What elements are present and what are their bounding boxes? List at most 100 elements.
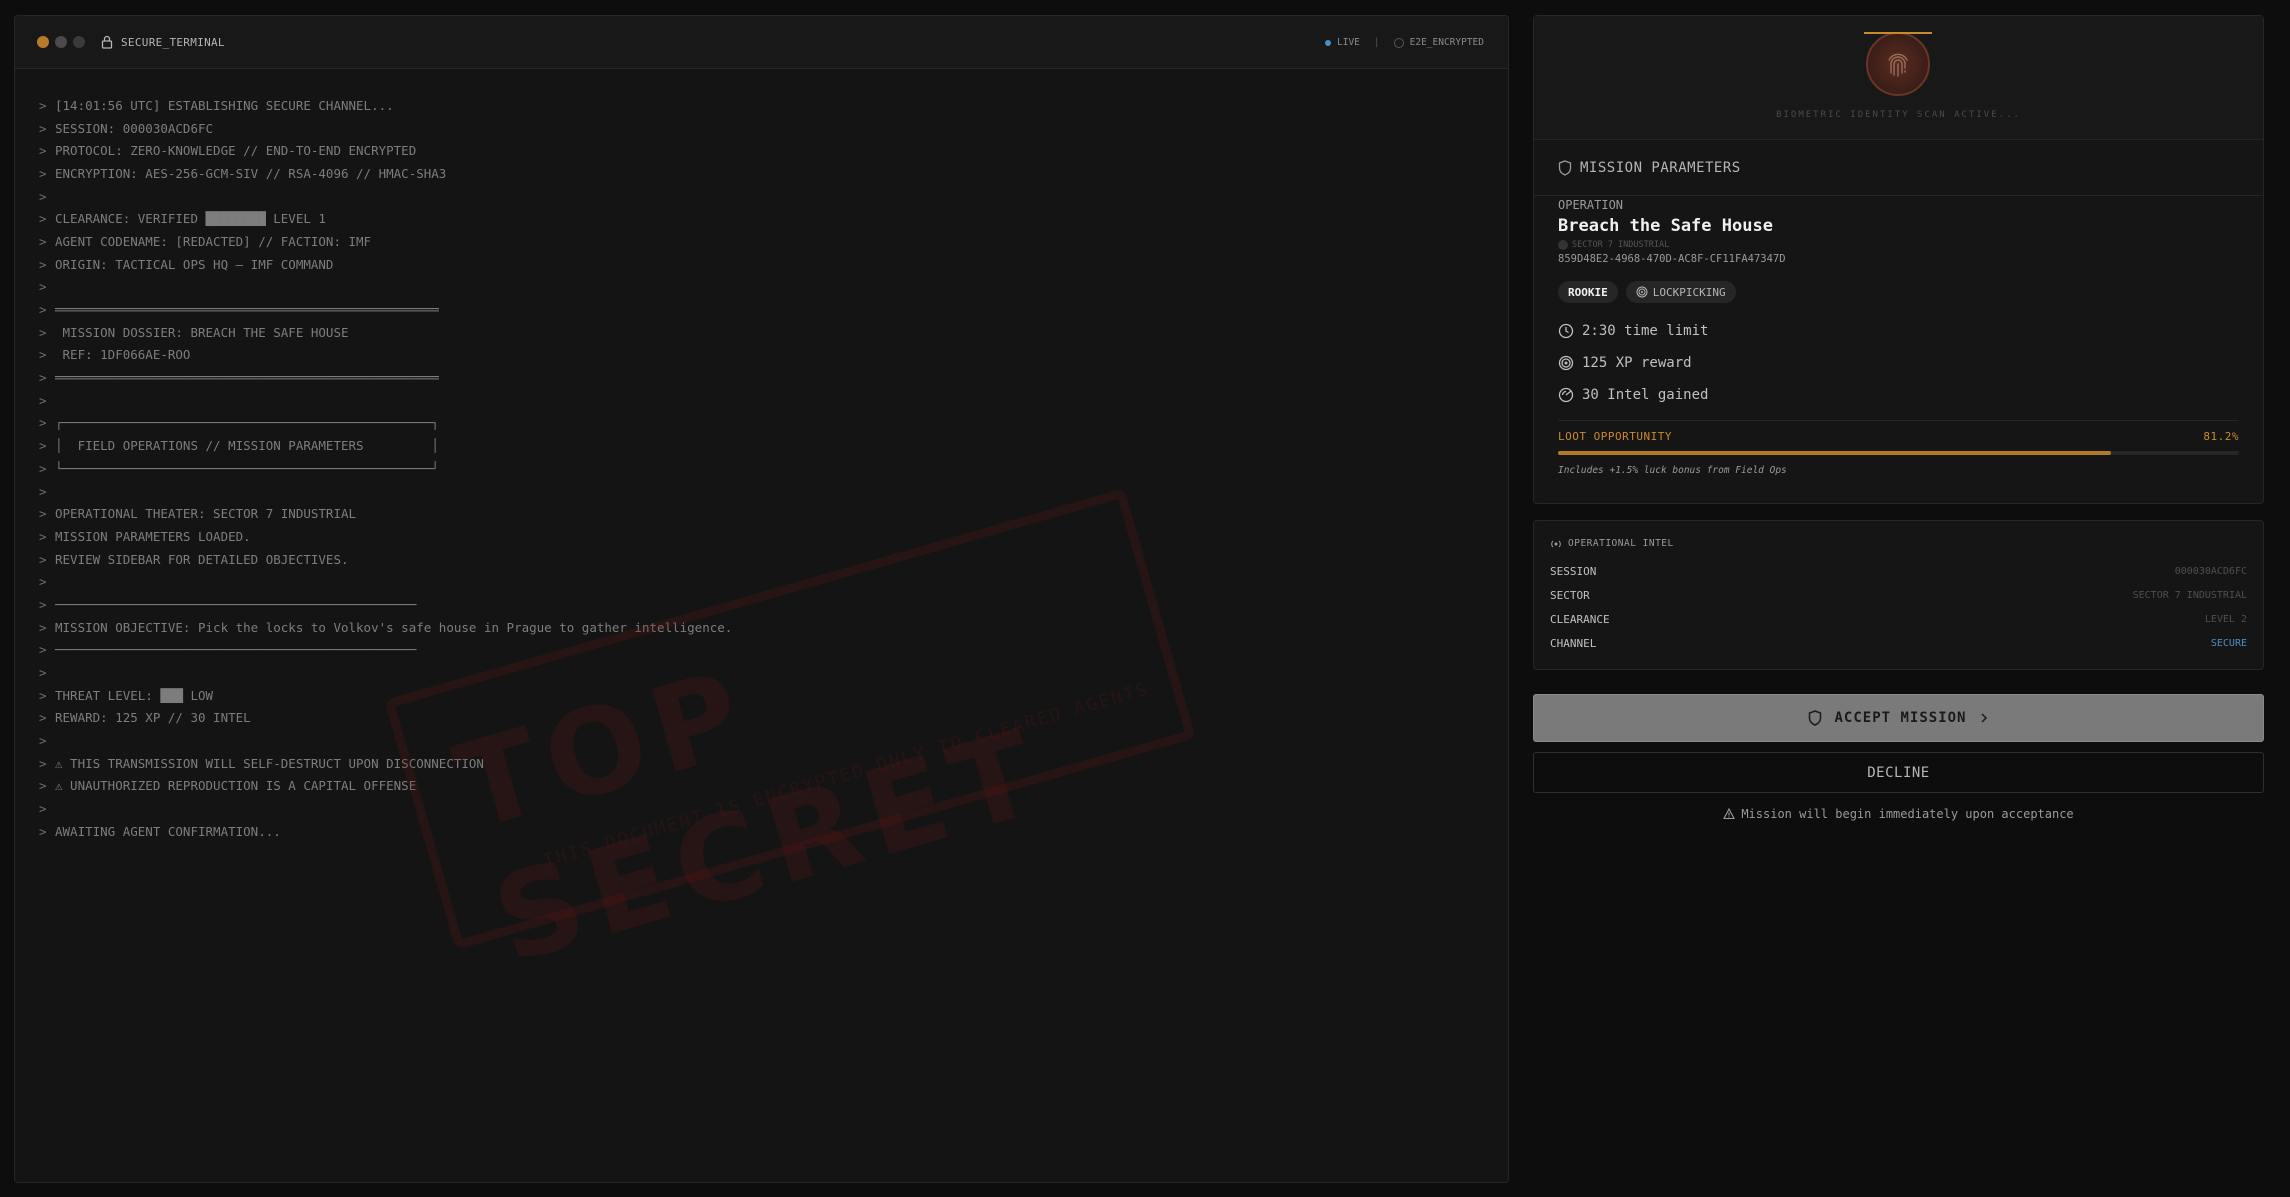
operation-label: OPERATION <box>1558 198 1624 212</box>
terminal-line-text: ────────────────────────────────────────… <box>55 642 417 658</box>
divider <box>1558 420 2239 421</box>
prompt-glyph: > <box>39 801 47 817</box>
terminal-line-text: ⚠ THIS TRANSMISSION WILL SELF-DESTRUCT U… <box>55 755 484 771</box>
prompt-glyph: > <box>39 483 47 499</box>
terminal-line-text: SESSION: 000030ACD6FC <box>55 120 214 136</box>
terminal-line: > REVIEW SIDEBAR FOR DETAILED OBJECTIVES. <box>39 548 1508 571</box>
intel-key: CLEARANCE <box>1550 612 1610 626</box>
prompt-glyph: > <box>39 211 47 227</box>
mission-parameters-title: MISSION PARAMETERS <box>1580 159 1741 176</box>
rank-badge: ROOKIE <box>1558 281 1618 303</box>
skill-badge: LOCKPICKING <box>1625 281 1736 303</box>
prompt-glyph: > <box>39 120 47 136</box>
biometric-scan-label: BIOMETRIC IDENTITY SCAN ACTIVE... <box>1776 110 2021 120</box>
mission-details: OPERATION Breach the Safe House SECTOR 7… <box>1534 198 2263 476</box>
prompt-glyph: > <box>39 596 47 612</box>
intel-key: CHANNEL <box>1550 636 1597 650</box>
terminal-line-text: └───────────────────────────────────────… <box>55 460 439 476</box>
prompt-glyph: > <box>39 165 47 181</box>
accept-mission-button[interactable]: ACCEPT MISSION <box>1533 694 2264 742</box>
terminal-lines: > [14:01:56 UTC] ESTABLISHING SECURE CHAN… <box>39 94 1508 843</box>
xp-reward-stat: 125 XP reward <box>1558 347 2239 379</box>
maximize-window-dot[interactable] <box>73 36 85 48</box>
encryption-icon <box>1393 37 1404 48</box>
minimize-window-dot[interactable] <box>55 36 67 48</box>
live-label: LIVE <box>1337 37 1360 48</box>
warning-icon <box>1723 808 1736 820</box>
terminal-line: > PROTOCOL: ZERO-KNOWLEDGE // END-TO-END … <box>39 139 1508 162</box>
prompt-glyph: > <box>39 710 47 726</box>
terminal-line-text: │ FIELD OPERATIONS // MISSION PARAMETERS… <box>55 438 439 454</box>
terminal-line-text: REF: 1DF066AE-ROO <box>55 347 191 363</box>
chevron-right-icon <box>1980 713 1987 723</box>
sector-tag: SECTOR 7 INDUSTRIAL <box>1558 240 2239 250</box>
acceptance-warning-text: Mission will begin immediately upon acce… <box>1741 807 2074 821</box>
terminal-line: > <box>39 185 1508 208</box>
terminal-line: > OPERATIONAL THEATER: SECTOR 7 INDUSTRIA… <box>39 502 1508 525</box>
live-indicator-icon <box>1325 39 1332 46</box>
close-window-dot[interactable] <box>37 36 49 48</box>
terminal-line: > MISSION PARAMETERS LOADED. <box>39 525 1508 548</box>
terminal-line: > ═══════════════════════════════════════… <box>39 298 1508 321</box>
loot-opportunity: LOOT OPPORTUNITY 81.2% <box>1558 430 2239 443</box>
secure-terminal-panel: SECURE_TERMINAL LIVE | E2E_ENCRYPTED TOP… <box>14 15 1509 1183</box>
terminal-line-text: THREAT LEVEL: ███ LOW <box>55 687 214 703</box>
prompt-glyph: > <box>39 733 47 749</box>
terminal-line: > ⚠ UNAUTHORIZED REPRODUCTION IS A CAPITA… <box>39 775 1508 798</box>
terminal-line-text: [14:01:56 UTC] ESTABLISHING SECURE CHANN… <box>55 97 394 113</box>
terminal-line-text: MISSION DOSSIER: BREACH THE SAFE HOUSE <box>55 324 349 340</box>
terminal-line: > <box>39 797 1508 820</box>
radio-icon <box>1551 540 1561 547</box>
terminal-line-text: ⚠ UNAUTHORIZED REPRODUCTION IS A CAPITAL… <box>55 778 417 794</box>
terminal-line: > <box>39 276 1508 299</box>
loot-progress-bar <box>1558 451 2239 455</box>
accept-mission-label: ACCEPT MISSION <box>1834 710 1967 726</box>
decline-button[interactable]: DECLINE <box>1533 752 2264 793</box>
terminal-line: > THREAT LEVEL: ███ LOW <box>39 684 1508 707</box>
prompt-glyph: > <box>39 392 47 408</box>
terminal-line: > ORIGIN: TACTICAL OPS HQ — IMF COMMAND <box>39 253 1508 276</box>
prompt-glyph: > <box>39 755 47 771</box>
mission-stats: 2:30 time limit 125 XP reward 30 Intel g… <box>1558 315 2239 411</box>
prompt-glyph: > <box>39 642 47 658</box>
loot-label: LOOT OPPORTUNITY <box>1558 430 1672 443</box>
e2e-label: E2E_ENCRYPTED <box>1409 37 1484 48</box>
terminal-line-text: ════════════════════════════════════════… <box>55 370 439 386</box>
intel-key: SECTOR <box>1550 588 1590 602</box>
target-icon <box>1558 355 1574 371</box>
shield-icon <box>1809 710 1822 726</box>
sector-icon <box>1558 240 1568 250</box>
terminal-line: > REF: 1DF066AE-ROO <box>39 344 1508 367</box>
terminal-line-text: AWAITING AGENT CONFIRMATION... <box>55 823 281 839</box>
terminal-line: > └──────────────────────────────────────… <box>39 457 1508 480</box>
operation-name: Breach the Safe House <box>1558 216 1773 236</box>
lock-icon <box>101 35 113 49</box>
terminal-line-text: PROTOCOL: ZERO-KNOWLEDGE // END-TO-END E… <box>55 143 417 159</box>
terminal-title: SECURE_TERMINAL <box>121 35 225 49</box>
acceptance-warning: Mission will begin immediately upon acce… <box>1533 804 2264 824</box>
prompt-glyph: > <box>39 665 47 681</box>
prompt-glyph: > <box>39 279 47 295</box>
prompt-glyph: > <box>39 778 47 794</box>
skill-badge-label: LOCKPICKING <box>1652 285 1726 299</box>
intel-gained-stat: 30 Intel gained <box>1558 379 2239 411</box>
terminal-line: > <box>39 480 1508 503</box>
fingerprint-icon <box>1888 53 1908 77</box>
intel-rows: SESSION 000030ACD6FC SECTOR SECTOR 7 IND… <box>1534 559 2263 655</box>
prompt-glyph: > <box>39 528 47 544</box>
terminal-line: > │ FIELD OPERATIONS // MISSION PARAMETER… <box>39 434 1508 457</box>
prompt-glyph: > <box>39 256 47 272</box>
time-limit-stat: 2:30 time limit <box>1558 315 2239 347</box>
intel-row-clearance: CLEARANCE LEVEL 2 <box>1550 607 2247 631</box>
prompt-glyph: > <box>39 687 47 703</box>
operational-intel-card: OPERATIONAL INTEL SESSION 000030ACD6FC S… <box>1533 520 2264 670</box>
terminal-line: > ENCRYPTION: AES-256-GCM-SIV // RSA-4096… <box>39 162 1508 185</box>
terminal-line-text: CLEARANCE: VERIFIED ████████ LEVEL 1 <box>55 211 326 227</box>
terminal-line: > <box>39 389 1508 412</box>
intel-key: SESSION <box>1550 564 1597 578</box>
scan-progress-line <box>1864 32 1932 34</box>
intel-row-channel: CHANNEL SECURE <box>1550 631 2247 655</box>
prompt-glyph: > <box>39 97 47 113</box>
prompt-glyph: > <box>39 370 47 386</box>
fingerprint-scanner[interactable] <box>1866 32 1930 96</box>
